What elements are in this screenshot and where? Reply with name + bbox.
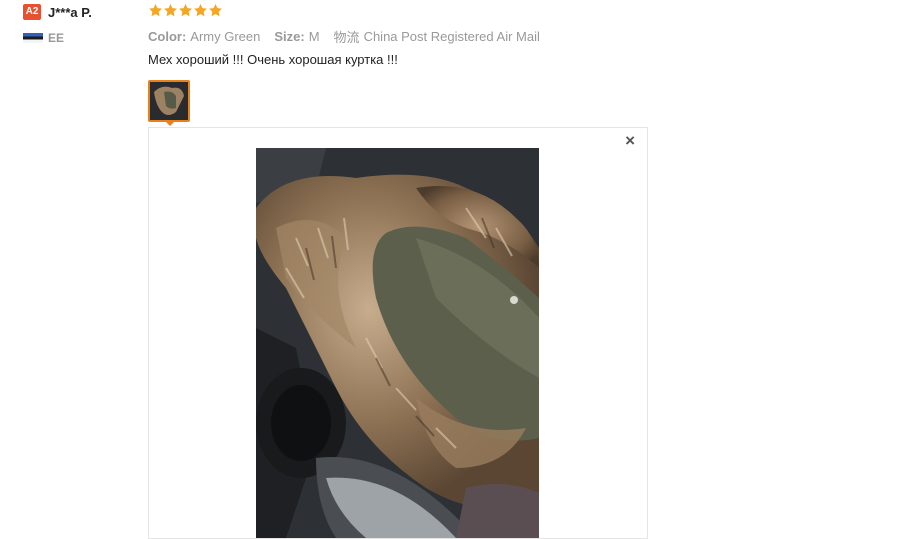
review-thumbnail-wrapper[interactable] bbox=[148, 80, 190, 126]
review-comment: Мех хороший !!! Очень хорошая куртка !!! bbox=[148, 52, 398, 67]
shipping-label: 物流 bbox=[333, 29, 360, 45]
star-icon bbox=[148, 3, 163, 18]
star-icon bbox=[208, 3, 223, 18]
review-content: Color: Army Green Size: M 物流 China Post … bbox=[148, 3, 648, 126]
reviewer-name: J***a P. bbox=[48, 4, 92, 20]
color-value: Army Green bbox=[190, 28, 261, 44]
order-info: Color: Army Green Size: M 物流 China Post … bbox=[148, 28, 648, 45]
star-icon bbox=[193, 3, 208, 18]
thumbnail-selected-pointer bbox=[164, 120, 176, 126]
photo-viewer: × bbox=[148, 127, 648, 539]
review-photo-thumbnail[interactable] bbox=[148, 80, 190, 122]
close-icon[interactable]: × bbox=[625, 132, 635, 150]
size-value: M bbox=[308, 28, 320, 44]
country-flag-icon bbox=[23, 33, 43, 43]
buyer-level-badge: A2 bbox=[23, 4, 41, 20]
star-rating bbox=[148, 3, 648, 19]
country-code: EE bbox=[48, 31, 65, 45]
reviewer-info: A2 J***a P. EE bbox=[23, 3, 133, 45]
color-label: Color: bbox=[148, 28, 187, 44]
star-icon bbox=[178, 3, 193, 18]
reviewer-row: A2 J***a P. bbox=[23, 3, 133, 21]
review-photo-large bbox=[256, 148, 539, 538]
reviewer-country: EE bbox=[23, 31, 133, 45]
star-icon bbox=[163, 3, 178, 18]
size-label: Size: bbox=[274, 28, 305, 44]
shipping-value: China Post Registered Air Mail bbox=[363, 28, 540, 44]
